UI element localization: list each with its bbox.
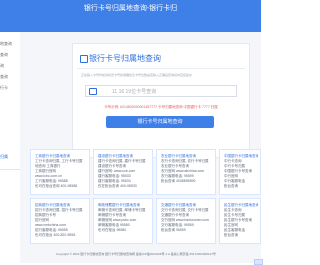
top-banner: 银行卡号归属地查询-银行卡归 — [0, 0, 261, 32]
corner-indicator — [254, 259, 263, 265]
query-card: 银行卡号归属地查询 正在输入卡号时前请检查卡号的准确性及卡号位数是否输入正确后查… — [72, 43, 250, 158]
query-title-text: 银行卡号归属地查询 — [89, 54, 161, 63]
bank-card-lines: 中国银行卡归属地查询 中行卡查询 中行卡号归属 中国银行卡号查询 中行官网 中行… — [224, 154, 258, 189]
bank-card[interactable]: 招商银行卡归属地查询 招行卡查询归属, 招行卡号归属 招商银行卡号 招行官网 w… — [30, 198, 90, 244]
bank-card[interactable]: 农业银行卡归属地查询 农行卡查询归属, 农行卡号归属 农业银行卡号查询 农行官网… — [156, 149, 216, 195]
query-hint: 正在输入卡号时前请检查卡号的准确性及卡号位数是否输入正确后查询请勿直接提交 — [81, 73, 193, 77]
bank-line: 柜台查询 — [224, 233, 238, 237]
bank-card-lines: 邮政储蓄银行卡归属地查询 邮储卡查询归属, 邮储卡号归属 邮储银行卡号查询 邮储… — [98, 203, 150, 233]
card-number-input[interactable]: 11 16 19位卡号查询 — [85, 85, 237, 97]
bank-line: 柜台查询 — [224, 184, 238, 188]
bank-card-lines: 招商银行卡归属地查询 招行卡查询归属, 招行卡号归属 招商银行卡号 招行官网 w… — [35, 203, 87, 238]
bank-card-lines: 工商银行卡归属地查询 工行卡查询归属, 工行卡号归属 地查询 工商银行 工商银行… — [35, 154, 87, 189]
title-divider — [77, 68, 245, 69]
bank-line: 柜台查询 95559 — [161, 228, 186, 232]
bank-card-lines: 建设银行卡归属地查询 建行卡查询归属, 建行卡号归属 建设银行卡号查询 建行官网… — [98, 154, 150, 189]
footer: Copyright © 2023 银行卡归属地查询 银行卡号归属地查询网 备案I… — [56, 252, 216, 256]
bank-card-lines: 农业银行卡归属地查询 农行卡查询归属, 农行卡号归属 农业银行卡号查询 农行官网… — [161, 154, 213, 184]
bank-line: 也可在柜台 95580 — [98, 228, 127, 232]
bank-card-icon — [89, 88, 97, 95]
sidebar-item-3[interactable]: 查询 — [0, 74, 20, 79]
sidebar-item-1[interactable]: 查询 — [0, 52, 20, 57]
bank-line: 也可在柜台 400-820-5555 — [35, 233, 76, 237]
card-icon — [80, 55, 88, 63]
sidebar-item-2[interactable]: 询 — [0, 63, 20, 68]
sidebar-divider — [0, 169, 20, 170]
bank-card-lines: 民生银行卡归属地查询 民生卡查询 民生卡号归属 民生银行卡号查询 民生官网 民生… — [224, 203, 258, 238]
bank-card[interactable]: 交通银行卡归属地查询 交行卡查询归属, 交行卡号归属 交通银行卡号查询 交行官网… — [156, 198, 216, 244]
input-placeholder: 11 16 19位卡号查询 — [112, 89, 157, 95]
bank-card-lines: 交通银行卡归属地查询 交行卡查询归属, 交行卡号归属 交通银行卡号查询 交行官网… — [161, 203, 213, 233]
sidebar-item-5[interactable]: 归属 — [0, 154, 20, 159]
query-button[interactable]: 银行卡号归属地查询 — [106, 116, 214, 128]
site-title: 银行卡号归属地查询-银行卡归 — [83, 5, 178, 12]
bank-line: 也可在柜台查询 400-95588 — [35, 184, 78, 188]
sidebar-item-0[interactable]: 地查询 — [0, 41, 20, 46]
bank-card[interactable]: 建设银行卡归属地查询 建行卡查询归属, 建行卡号归属 建设银行卡号查询 建行官网… — [93, 149, 153, 195]
bank-card[interactable]: 工商银行卡归属地查询 工行卡查询归属, 工行卡号归属 地查询 工商银行 工商银行… — [30, 149, 90, 195]
bank-card[interactable]: 中国银行卡归属地查询 中行卡查询 中行卡号归属 中国银行卡号查询 中行官网 中行… — [219, 149, 261, 195]
bank-card[interactable]: 民生银行卡归属地查询 民生卡查询 民生卡号归属 民生银行卡号查询 民生官网 民生… — [219, 198, 261, 244]
footer-text: Copyright © 2023 银行卡归属地查询 银行卡号归属地查询网 备案I… — [56, 252, 216, 256]
bank-line: 仅在柜台查询 400-95533 — [98, 184, 137, 188]
query-title: 银行卡号归属地查询 — [80, 54, 161, 64]
bank-line: 柜台查询 4008895599 — [161, 179, 196, 183]
example-text: 卡号示例: 6214830000001487777 卡号归属地查询 中国银行卡 … — [104, 105, 218, 109]
sidebar-item-4[interactable]: 行卡 — [0, 85, 20, 90]
bank-card[interactable]: 邮政储蓄银行卡归属地查询 邮储卡查询归属, 邮储卡号归属 邮储银行卡号查询 邮储… — [93, 198, 153, 244]
sidebar: 地查询 查询 询 查询 行卡 归属 — [0, 32, 20, 263]
main-content: 银行卡号归属地查询 正在输入卡号时前请检查卡号的准确性及卡号位数是否输入正确后查… — [20, 32, 261, 263]
